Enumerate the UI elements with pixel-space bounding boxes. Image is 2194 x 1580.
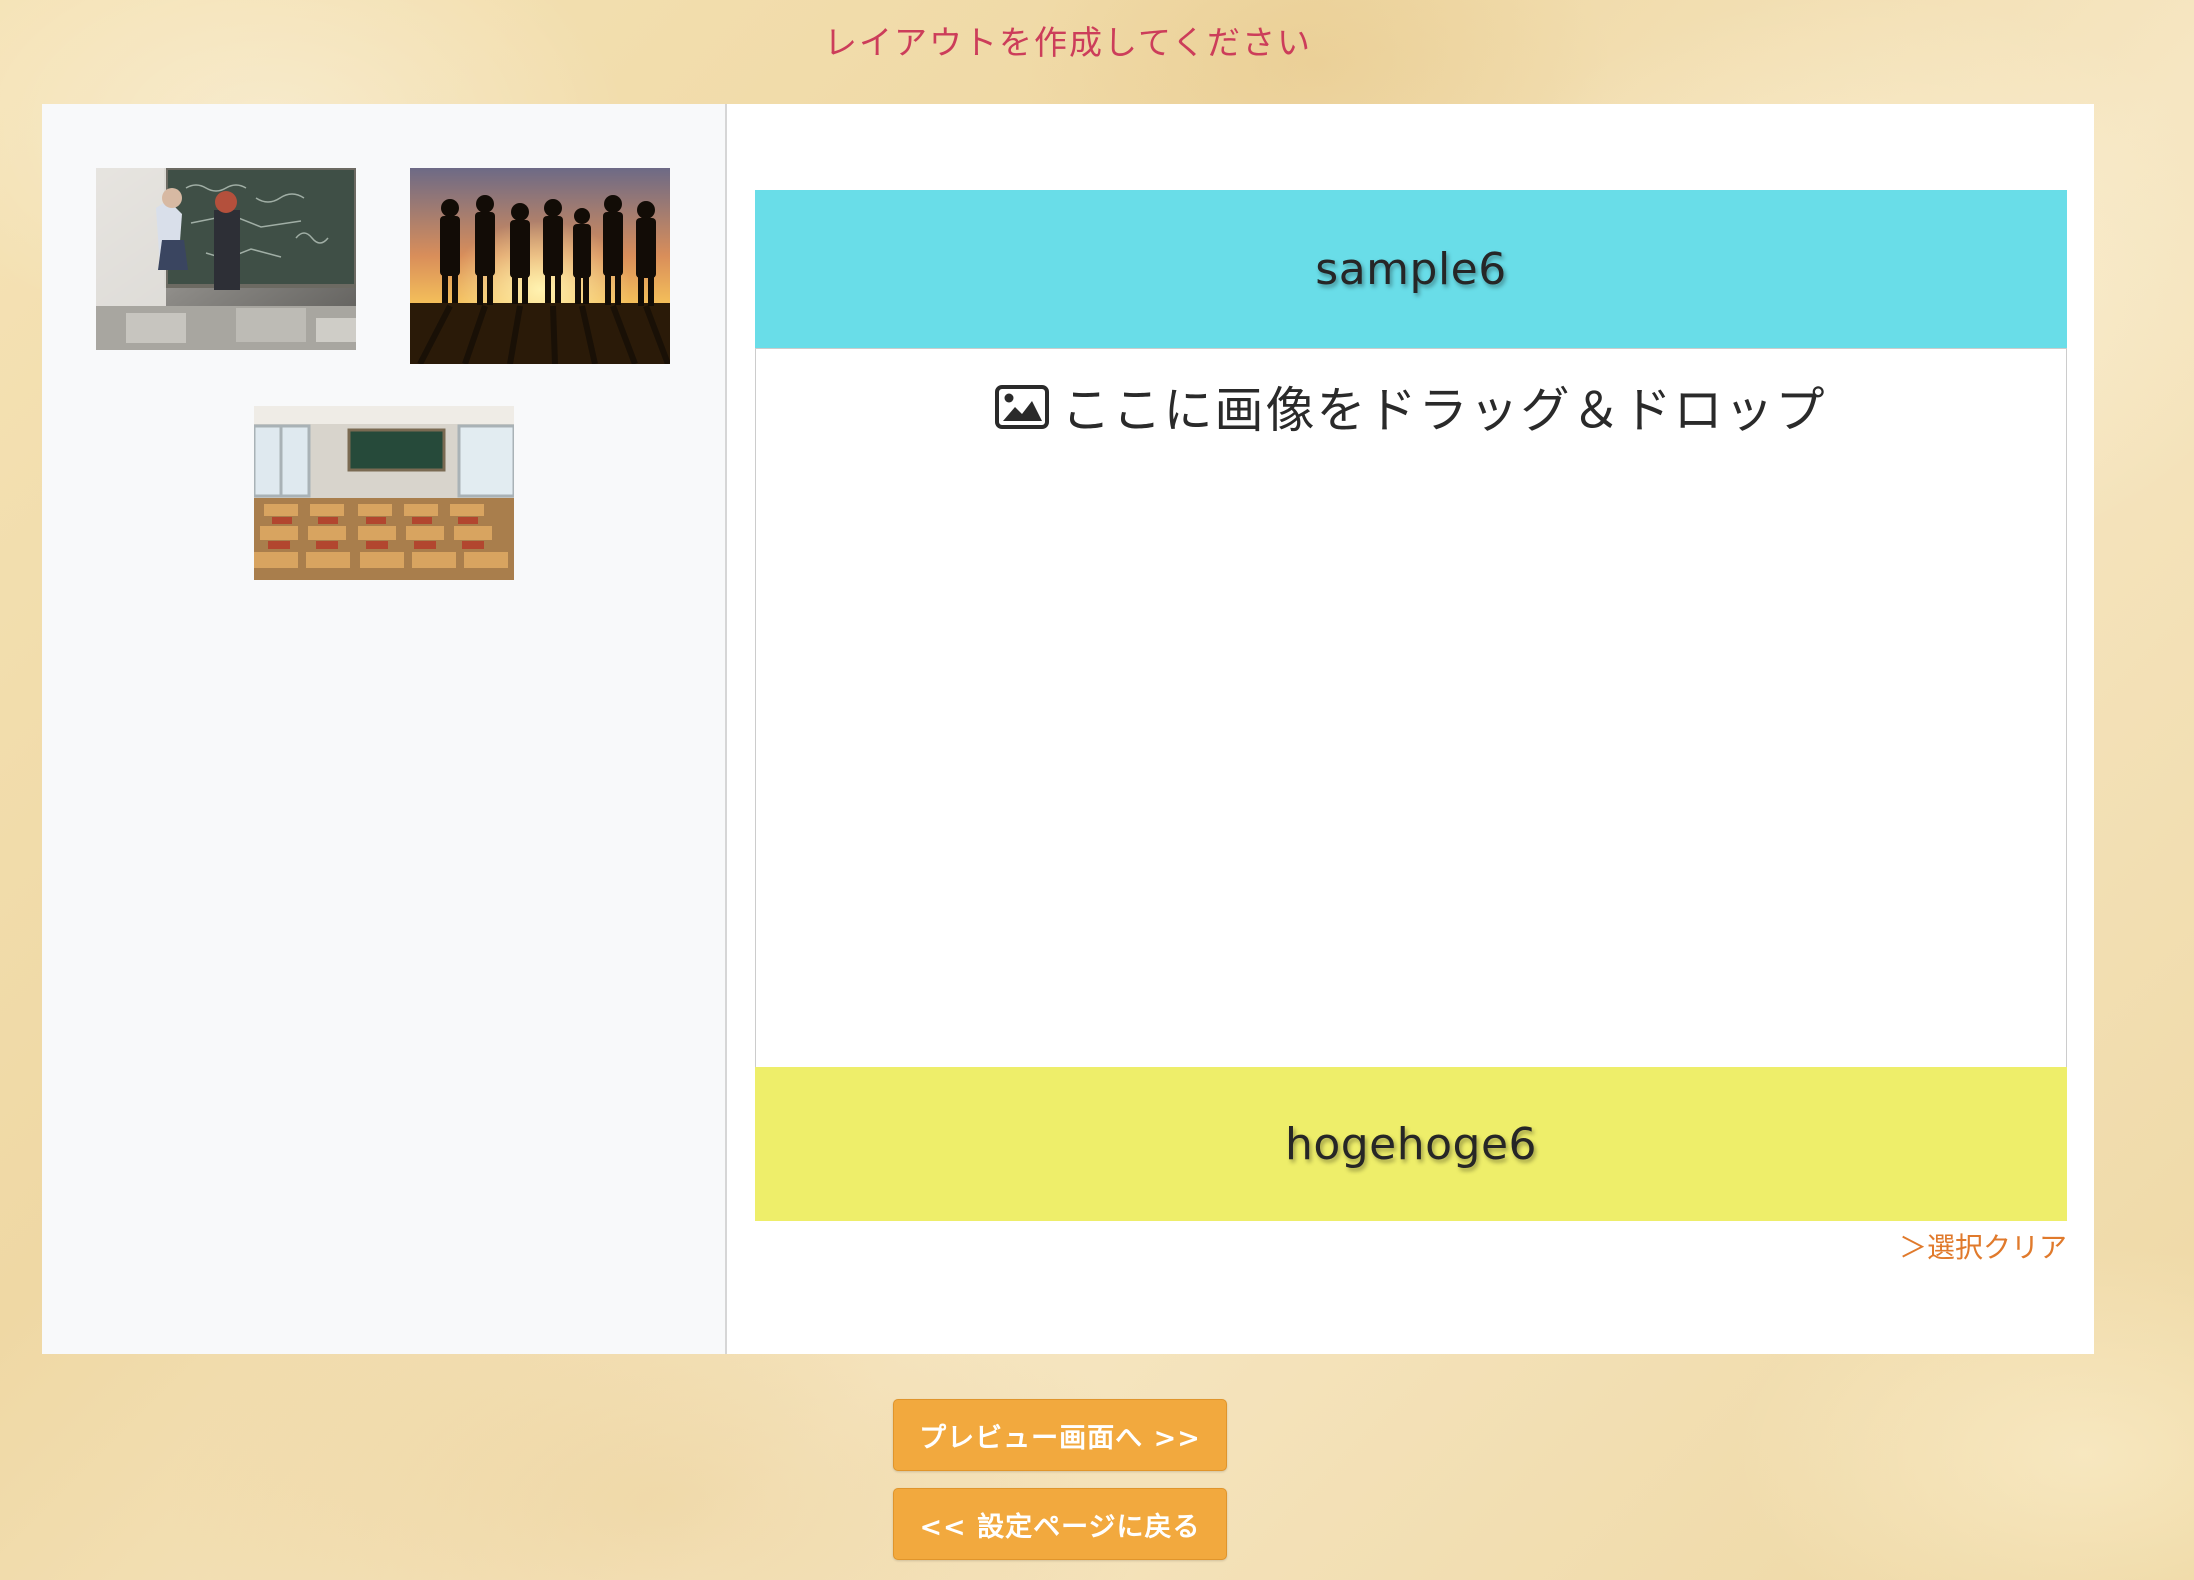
- library-image-empty-classroom[interactable]: [254, 406, 514, 580]
- back-to-settings-button[interactable]: << 設定ページに戻る: [893, 1488, 1227, 1560]
- image-library: [42, 104, 727, 1354]
- dropzone-hint: ここに画像をドラッグ＆ドロップ: [756, 371, 2066, 442]
- library-image-sunset-silhouettes[interactable]: [410, 168, 670, 364]
- dropzone-text: ここに画像をドラッグ＆ドロップ: [1061, 382, 1827, 439]
- page-title: レイアウトを作成してください: [823, 23, 1313, 62]
- image-icon: [995, 384, 1050, 429]
- header-text: sample6: [1315, 243, 1507, 295]
- layout-header-band[interactable]: sample6: [755, 190, 2067, 348]
- footer-text: hogehoge6: [1284, 1118, 1538, 1170]
- layout-editor-panel: sample6 ここに画像をドラッグ＆ドロップ hogehoge6 ＞選択クリア: [42, 104, 2094, 1354]
- preview-button[interactable]: プレビュー画面へ >>: [893, 1399, 1227, 1471]
- layout-footer-band[interactable]: hogehoge6: [755, 1067, 2067, 1221]
- clear-selection-link[interactable]: ＞選択クリア: [1899, 1226, 2067, 1266]
- layout-canvas: sample6 ここに画像をドラッグ＆ドロップ hogehoge6 ＞選択クリア: [727, 104, 2094, 1354]
- image-dropzone[interactable]: ここに画像をドラッグ＆ドロップ: [755, 348, 2067, 1068]
- library-image-chalkboard[interactable]: [96, 168, 356, 350]
